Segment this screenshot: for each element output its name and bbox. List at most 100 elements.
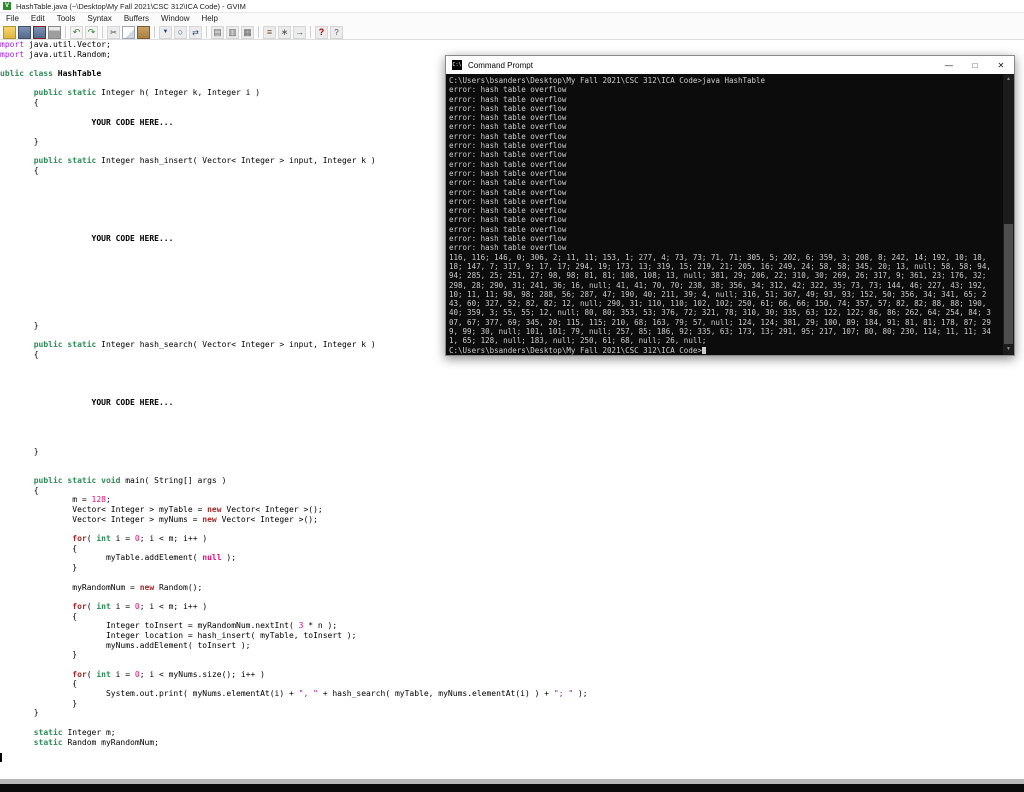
menu-edit[interactable]: Edit bbox=[25, 13, 51, 25]
console-error-line: error: hash table overflow bbox=[449, 113, 567, 123]
console-error-line: error: hash table overflow bbox=[449, 215, 567, 225]
desktop-screen: V HashTable.java (~\Desktop\My Fall 2021… bbox=[0, 0, 1024, 792]
console-error-line: error: hash table overflow bbox=[449, 94, 567, 104]
load-session-icon[interactable] bbox=[211, 25, 224, 39]
gvim-titlebar[interactable]: V HashTable.java (~\Desktop\My Fall 2021… bbox=[0, 0, 1024, 13]
menu-window[interactable]: Window bbox=[155, 13, 195, 25]
print-icon[interactable] bbox=[48, 25, 61, 39]
console-output: C:\Users\bsanders\Desktop\My Fall 2021\C… bbox=[449, 76, 1002, 355]
scrollbar-thumb[interactable] bbox=[1004, 224, 1013, 344]
console-error-line: error: hash table overflow bbox=[449, 150, 567, 160]
menu-buffers[interactable]: Buffers bbox=[118, 13, 155, 25]
save-session-icon[interactable] bbox=[226, 25, 239, 39]
close-button[interactable]: ✕ bbox=[988, 56, 1014, 74]
find-next-icon[interactable] bbox=[159, 25, 172, 39]
run-script-icon[interactable] bbox=[241, 25, 254, 39]
console-command-line: C:\Users\bsanders\Desktop\My Fall 2021\C… bbox=[449, 76, 766, 85]
maximize-button[interactable]: □ bbox=[962, 56, 988, 74]
code-line: Integer toInsert = myRandomNum.nextInt( … bbox=[0, 621, 338, 631]
toolbar-separator bbox=[206, 26, 207, 38]
menu-tools[interactable]: Tools bbox=[51, 13, 82, 25]
console-output-line: 10; 11, 11; 98, 98; 288, 56; 287, 47; 19… bbox=[449, 289, 987, 299]
save-all-icon[interactable] bbox=[33, 25, 46, 39]
help-icon[interactable] bbox=[315, 25, 328, 39]
toolbar-separator bbox=[102, 26, 103, 38]
console-output-line: 1, 65; 128, null; 183, null; 250, 61; 68… bbox=[449, 336, 707, 346]
cut-icon[interactable] bbox=[107, 25, 120, 39]
taskbar[interactable] bbox=[0, 784, 1024, 792]
code-line: { bbox=[0, 679, 78, 689]
menu-file[interactable]: File bbox=[0, 13, 25, 25]
console-error-line: error: hash table overflow bbox=[449, 224, 567, 234]
scroll-down-arrow-icon[interactable]: ▼ bbox=[1003, 344, 1014, 355]
console-error-line: error: hash table overflow bbox=[449, 159, 567, 169]
code-line: static Integer m; bbox=[33, 727, 116, 737]
console-error-line: error: hash table overflow bbox=[449, 206, 567, 216]
code-line: Vector< Integer > myTable = new Vector< … bbox=[0, 505, 323, 514]
console-output-line: 298, 28; 290, 31; 241, 36; 16, null; 41,… bbox=[449, 280, 987, 290]
toolbar-separator bbox=[310, 26, 311, 38]
minimize-button[interactable]: — bbox=[936, 56, 962, 74]
code-line: myTable.addElement( null ); bbox=[0, 553, 237, 563]
code-line: } bbox=[0, 446, 39, 456]
console-error-line: error: hash table overflow bbox=[449, 178, 567, 188]
gvim-app-icon: V bbox=[3, 2, 11, 10]
jump-to-tag-icon[interactable] bbox=[293, 25, 306, 39]
menu-bar: File Edit Tools Syntax Buffers Window Help bbox=[0, 13, 1024, 25]
code-line: for( int i = 0; i < m; i++ ) bbox=[72, 601, 208, 611]
make-icon[interactable] bbox=[263, 25, 276, 39]
undo-icon[interactable] bbox=[70, 25, 83, 39]
code-line: System.out.print( myNums.elementAt(i) + … bbox=[0, 689, 588, 699]
console-scrollbar[interactable]: ▲ ▼ bbox=[1003, 74, 1014, 355]
scroll-up-arrow-icon[interactable]: ▲ bbox=[1003, 74, 1014, 85]
code-line: } bbox=[0, 563, 78, 573]
console-error-line: error: hash table overflow bbox=[449, 122, 567, 132]
code-line: Integer location = hash_insert( myTable,… bbox=[0, 630, 357, 640]
code-line: } bbox=[0, 708, 39, 718]
find-icon[interactable] bbox=[174, 25, 187, 39]
open-file-icon[interactable] bbox=[3, 25, 16, 39]
console-error-line: error: hash table overflow bbox=[449, 234, 567, 244]
code-line: for( int i = 0; i < m; i++ ) bbox=[72, 534, 208, 544]
console-window-controls: — □ ✕ bbox=[936, 56, 1014, 74]
toolbar-separator bbox=[258, 26, 259, 38]
menu-syntax[interactable]: Syntax bbox=[81, 13, 117, 25]
redo-icon[interactable] bbox=[85, 25, 98, 39]
paste-icon[interactable] bbox=[137, 25, 150, 39]
console-error-line: error: hash table overflow bbox=[449, 187, 567, 197]
code-line: Vector< Integer > myNums = new Vector< I… bbox=[0, 514, 318, 524]
code-line: for( int i = 0; i < myNums.size(); i++ ) bbox=[72, 669, 265, 679]
code-line: myNums.addElement( toInsert ); bbox=[0, 640, 251, 650]
code-line: { bbox=[0, 543, 78, 553]
code-line: static Random myRandomNum; bbox=[33, 737, 159, 747]
replace-icon[interactable] bbox=[189, 25, 202, 39]
console-error-line: error: hash table overflow bbox=[449, 168, 567, 178]
code-line: myRandomNum = new Random(); bbox=[0, 582, 203, 592]
code-line: { bbox=[0, 485, 39, 495]
console-output-line: 07, 67; 377, 69; 345, 20; 115, 115; 210,… bbox=[449, 317, 991, 327]
console-error-line: error: hash table overflow bbox=[449, 103, 567, 113]
vim-cursor bbox=[0, 753, 2, 762]
console-output-line: 9, 99; 30, null; 101, 101; 79, null; 257… bbox=[449, 327, 991, 337]
console-cursor bbox=[701, 346, 706, 354]
console-error-line: error: hash table overflow bbox=[449, 196, 567, 206]
find-help-icon[interactable] bbox=[330, 25, 343, 39]
gvim-window-title: HashTable.java (~\Desktop\My Fall 2021\C… bbox=[16, 1, 246, 11]
build-tags-icon[interactable] bbox=[278, 25, 291, 39]
save-file-icon[interactable] bbox=[18, 25, 31, 39]
copy-icon[interactable] bbox=[122, 25, 135, 39]
console-titlebar[interactable]: C:\ Command Prompt — □ ✕ bbox=[446, 56, 1014, 74]
menu-help[interactable]: Help bbox=[196, 13, 224, 25]
code-line: } bbox=[0, 698, 78, 708]
